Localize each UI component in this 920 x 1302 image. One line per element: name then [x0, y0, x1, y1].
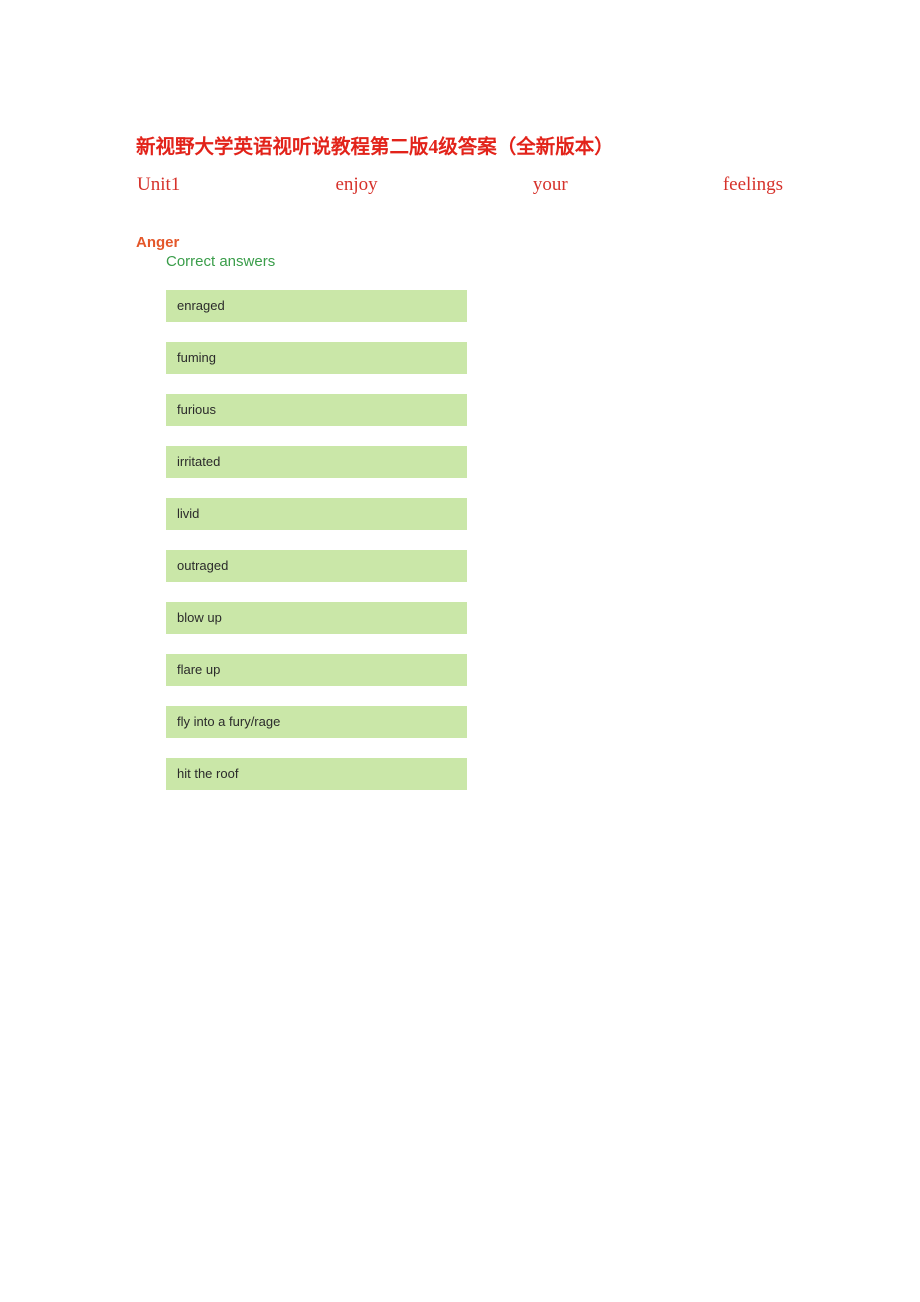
section-heading-anger: Anger [136, 234, 180, 252]
answer-chip: furious [166, 394, 467, 426]
answer-chip: fuming [166, 342, 467, 374]
unit-heading-line: Unit1 enjoy your feelings [137, 172, 783, 198]
unit-word-feelings: feelings [722, 174, 783, 195]
unit-word-enjoy: enjoy [335, 174, 378, 195]
correct-answers-label: Correct answers [166, 253, 276, 270]
document-page: 新视野大学英语视听说教程第二版4级答案（全新版本） Unit1 enjoy yo… [0, 0, 920, 1302]
answer-chip: hit the roof [166, 758, 467, 790]
answer-chip: fly into a fury/rage [166, 706, 467, 738]
answer-chip: enraged [166, 290, 467, 322]
answer-list: enraged fuming furious irritated livid o… [166, 290, 467, 790]
answer-chip: blow up [166, 602, 467, 634]
unit-word-your: your [532, 174, 568, 195]
unit-label: Unit1 [137, 174, 181, 195]
answer-chip: outraged [166, 550, 467, 582]
answer-chip: flare up [166, 654, 467, 686]
answer-chip: livid [166, 498, 467, 530]
answer-chip: irritated [166, 446, 467, 478]
page-title: 新视野大学英语视听说教程第二版4级答案（全新版本） [136, 137, 614, 159]
